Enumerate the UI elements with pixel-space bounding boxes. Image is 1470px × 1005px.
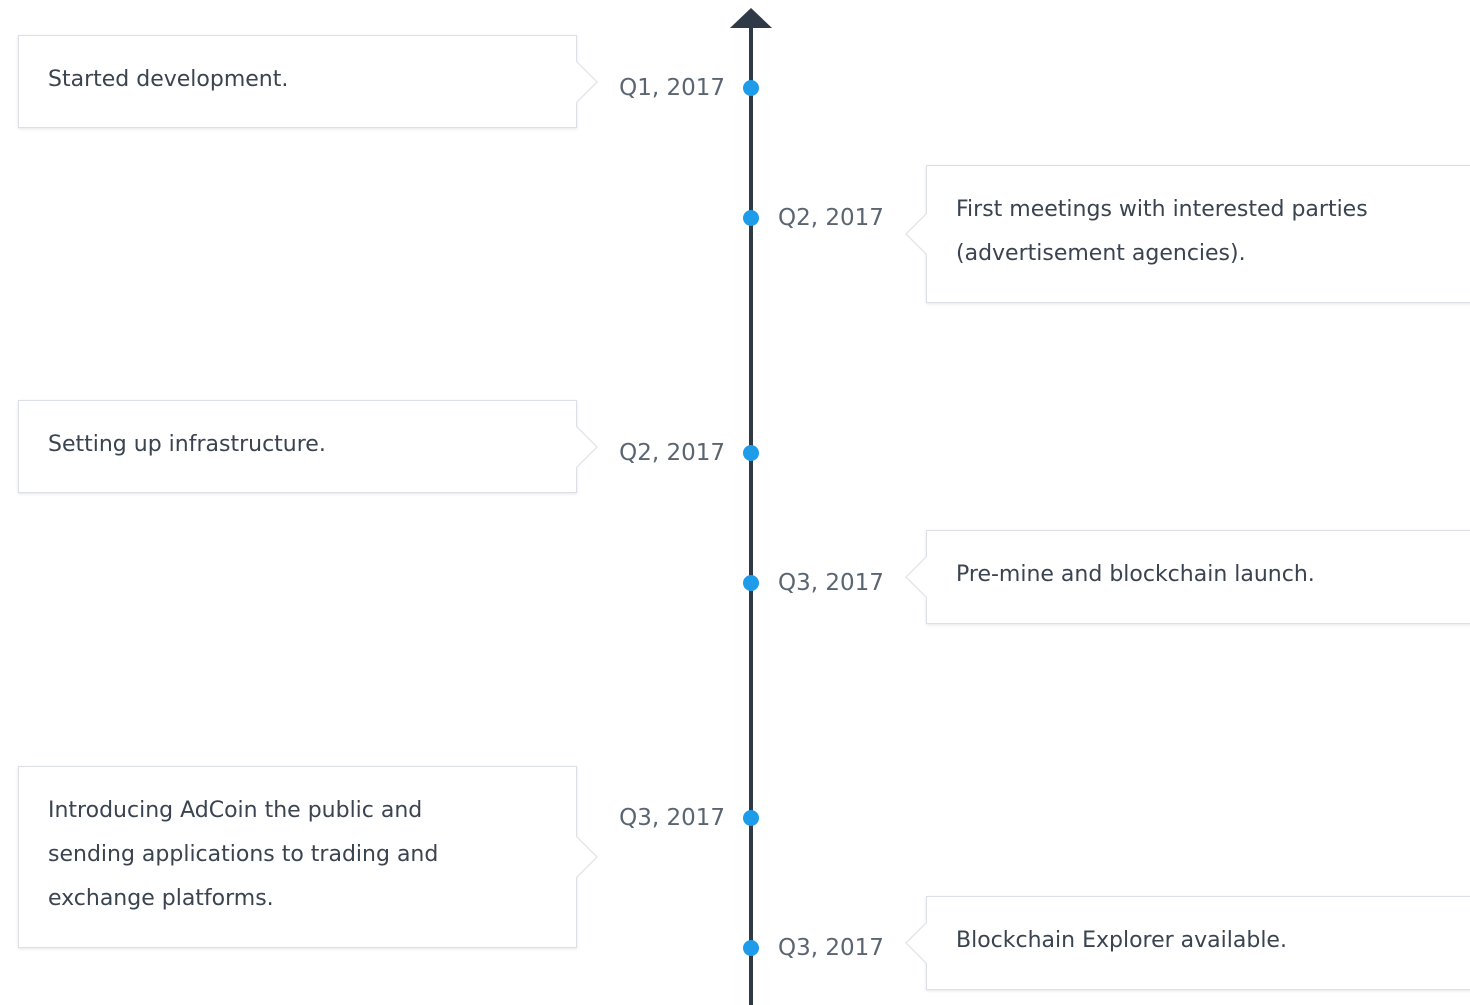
- timeline-marker-dot: [743, 810, 759, 826]
- timeline-card-text: Setting up infrastructure.: [48, 432, 326, 457]
- timeline-card-text: First meetings with interested parties (…: [956, 197, 1368, 266]
- timeline-card-text: Blockchain Explorer available.: [956, 928, 1287, 953]
- timeline-date: Q3, 2017: [778, 570, 884, 596]
- timeline-axis: [749, 22, 753, 1005]
- timeline-marker-dot: [743, 80, 759, 96]
- timeline-card-text: Started development.: [48, 67, 289, 92]
- timeline-card-text: Pre-mine and blockchain launch.: [956, 562, 1315, 587]
- timeline-date: Q1, 2017: [619, 75, 725, 101]
- timeline-marker-dot: [743, 940, 759, 956]
- timeline-marker-dot: [743, 445, 759, 461]
- timeline-card-text: Introducing AdCoin the public and sendin…: [48, 798, 439, 911]
- timeline-card: Started development.: [18, 35, 598, 128]
- timeline-card: Introducing AdCoin the public and sendin…: [18, 766, 598, 948]
- timeline-marker-dot: [743, 575, 759, 591]
- timeline-card: Setting up infrastructure.: [18, 400, 598, 493]
- timeline-card: Pre-mine and blockchain launch.: [905, 530, 1470, 624]
- timeline-marker-dot: [743, 210, 759, 226]
- timeline-card: Blockchain Explorer available.: [905, 896, 1470, 990]
- roadmap-timeline: Started development. Q1, 2017 First meet…: [0, 0, 1470, 1005]
- timeline-date: Q3, 2017: [778, 935, 884, 961]
- timeline-date: Q2, 2017: [619, 440, 725, 466]
- timeline-date: Q2, 2017: [778, 205, 884, 231]
- timeline-card: First meetings with interested parties (…: [905, 165, 1470, 303]
- timeline-date: Q3, 2017: [619, 805, 725, 831]
